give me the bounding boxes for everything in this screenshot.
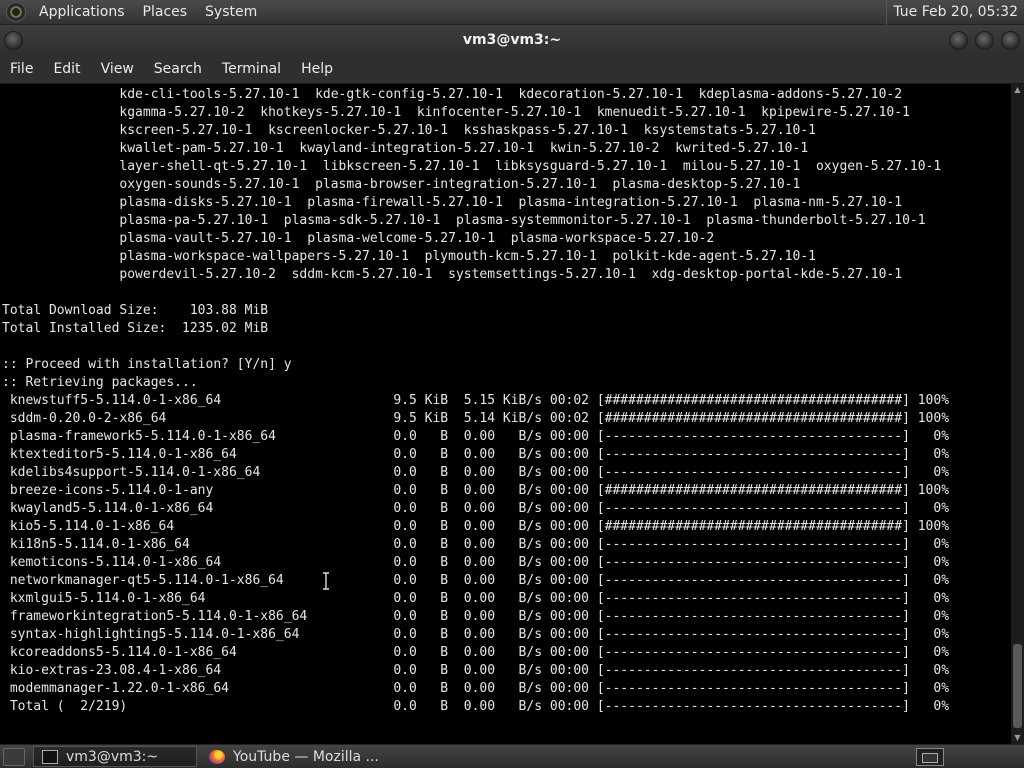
scrollbar-thumb[interactable] xyxy=(1013,644,1022,728)
window-titlebar[interactable]: vm3@vm3:~ xyxy=(0,25,1024,55)
menu-view[interactable]: View xyxy=(91,55,144,84)
show-desktop-icon[interactable] xyxy=(3,747,25,766)
terminal-line: Total ( 2/219) 0.0 B 0.00 B/s 00:00 [---… xyxy=(2,699,950,714)
clock[interactable]: Tue Feb 20, 05:32 xyxy=(886,0,1024,25)
close-button[interactable] xyxy=(1001,31,1020,50)
taskbar-firefox[interactable]: YouTube — Mozilla ... xyxy=(201,746,379,767)
menu-edit[interactable]: Edit xyxy=(43,55,90,84)
distro-logo-icon[interactable] xyxy=(6,2,26,22)
terminal-line: Total Installed Size: 1235.02 MiB xyxy=(2,321,269,336)
terminal-line: sddm-0.20.0-2-x86_64 9.5 KiB 5.14 KiB/s … xyxy=(2,411,950,426)
terminal-line: kxmlgui5-5.114.0-1-x86_64 0.0 B 0.00 B/s… xyxy=(2,591,950,606)
text-cursor-icon xyxy=(323,572,329,590)
terminal-line: kgamma-5.27.10-2 khotkeys-5.27.10-1 kinf… xyxy=(2,105,910,120)
terminal-line: plasma-workspace-wallpapers-5.27.10-1 pl… xyxy=(2,249,816,264)
terminal-line: modemmanager-1.22.0-1-x86_64 0.0 B 0.00 … xyxy=(2,681,950,696)
terminal-line: plasma-disks-5.27.10-1 plasma-firewall-5… xyxy=(2,195,903,210)
workspace-switcher[interactable] xyxy=(916,747,944,766)
window-title: vm3@vm3:~ xyxy=(462,32,562,48)
taskbar-terminal-label: vm3@vm3:~ xyxy=(66,748,159,765)
terminal-line: plasma-pa-5.27.10-1 plasma-sdk-5.27.10-1… xyxy=(2,213,926,228)
terminal-line: kwayland5-5.114.0-1-x86_64 0.0 B 0.00 B/… xyxy=(2,501,950,516)
minimize-button[interactable] xyxy=(949,31,968,50)
terminal-line: kemoticons-5.114.0-1-x86_64 0.0 B 0.00 B… xyxy=(2,555,950,570)
terminal-line: plasma-vault-5.27.10-1 plasma-welcome-5.… xyxy=(2,231,715,246)
terminal-menubar: File Edit View Search Terminal Help xyxy=(0,55,1024,84)
bottom-panel: vm3@vm3:~ YouTube — Mozilla ... xyxy=(0,744,1024,768)
terminal-line: :: Retrieving packages... xyxy=(2,375,198,390)
terminal-line: ktexteditor5-5.114.0-1-x86_64 0.0 B 0.00… xyxy=(2,447,950,462)
terminal-line: frameworkintegration5-5.114.0-1-x86_64 0… xyxy=(2,609,950,624)
menu-file[interactable]: File xyxy=(0,55,43,84)
scroll-up-icon[interactable]: ▲ xyxy=(1011,84,1024,96)
terminal-line: layer-shell-qt-5.27.10-1 libkscreen-5.27… xyxy=(2,159,942,174)
terminal-line: kde-cli-tools-5.27.10-1 kde-gtk-config-5… xyxy=(2,87,903,102)
menu-search[interactable]: Search xyxy=(144,55,212,84)
terminal-line: kio-extras-23.08.4-1-x86_64 0.0 B 0.00 B… xyxy=(2,663,950,678)
terminal-icon xyxy=(42,749,58,764)
terminal-line: Total Download Size: 103.88 MiB xyxy=(2,303,269,318)
terminal-line: plasma-framework5-5.114.0-1-x86_64 0.0 B… xyxy=(2,429,950,444)
applications-menu[interactable]: Applications xyxy=(30,0,134,25)
menu-terminal[interactable]: Terminal xyxy=(212,55,291,84)
terminal-line: breeze-icons-5.114.0-1-any 0.0 B 0.00 B/… xyxy=(2,483,950,498)
scroll-down-icon[interactable]: ▼ xyxy=(1011,732,1024,744)
terminal-scrollbar[interactable]: ▲ ▼ xyxy=(1011,84,1024,744)
terminal-output[interactable]: kde-cli-tools-5.27.10-1 kde-gtk-config-5… xyxy=(0,84,1011,744)
terminal-line: kcoreaddons5-5.114.0-1-x86_64 0.0 B 0.00… xyxy=(2,645,950,660)
firefox-icon xyxy=(209,749,225,764)
terminal-line: oxygen-sounds-5.27.10-1 plasma-browser-i… xyxy=(2,177,801,192)
taskbar-firefox-label: YouTube — Mozilla ... xyxy=(233,748,379,765)
menu-help[interactable]: Help xyxy=(291,55,343,84)
terminal-line: kdelibs4support-5.114.0-1-x86_64 0.0 B 0… xyxy=(2,465,950,480)
terminal-lines: kde-cli-tools-5.27.10-1 kde-gtk-config-5… xyxy=(2,86,949,716)
terminal-line: knewstuff5-5.114.0-1-x86_64 9.5 KiB 5.15… xyxy=(2,393,950,408)
terminal-line: :: Proceed with installation? [Y/n] y xyxy=(2,357,292,372)
places-menu[interactable]: Places xyxy=(134,0,197,25)
terminal-line: ki18n5-5.114.0-1-x86_64 0.0 B 0.00 B/s 0… xyxy=(2,537,950,552)
terminal-line: kscreen-5.27.10-1 kscreenlocker-5.27.10-… xyxy=(2,123,816,138)
system-menu[interactable]: System xyxy=(196,0,266,25)
terminal-line: kwallet-pam-5.27.10-1 kwayland-integrati… xyxy=(2,141,809,156)
top-panel: Applications Places System Tue Feb 20, 0… xyxy=(0,0,1024,25)
terminal-line: networkmanager-qt5-5.114.0-1-x86_64 0.0 … xyxy=(2,573,950,588)
terminal-line: powerdevil-5.27.10-2 sddm-kcm-5.27.10-1 … xyxy=(2,267,903,282)
terminal-line: syntax-highlighting5-5.114.0-1-x86_64 0.… xyxy=(2,627,950,642)
taskbar-terminal[interactable]: vm3@vm3:~ xyxy=(33,746,197,767)
terminal-line: kio5-5.114.0-1-x86_64 0.0 B 0.00 B/s 00:… xyxy=(2,519,950,534)
maximize-button[interactable] xyxy=(975,31,994,50)
